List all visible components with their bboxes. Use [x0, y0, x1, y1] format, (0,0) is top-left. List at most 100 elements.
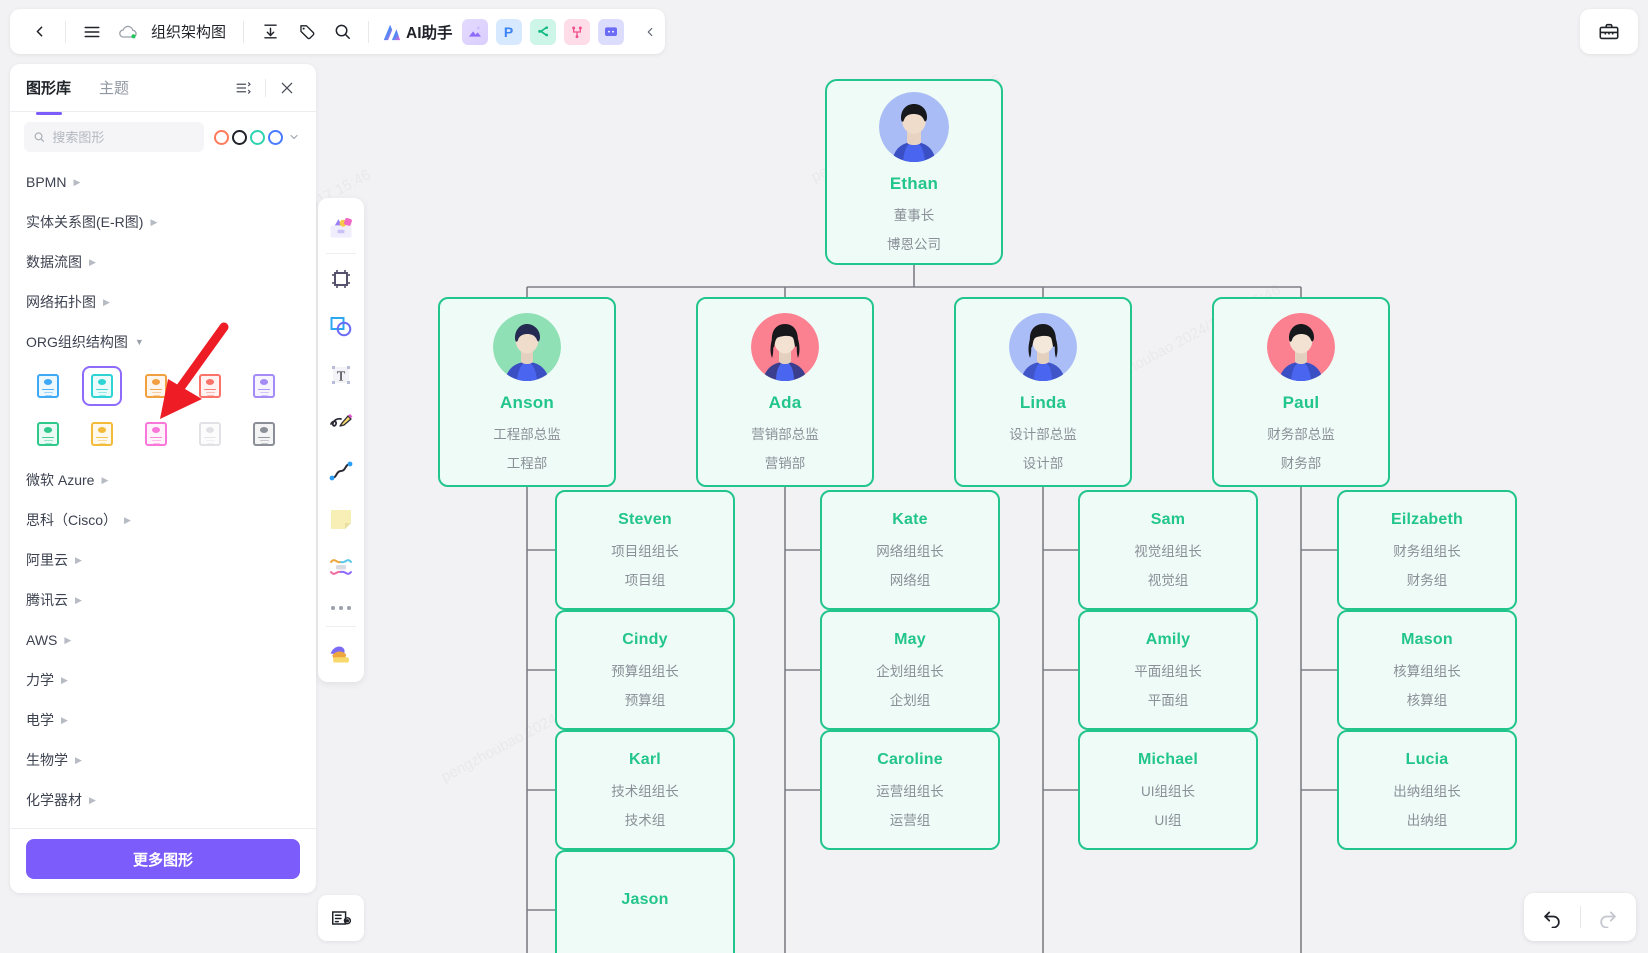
- shape-thumbnail: [253, 422, 275, 446]
- undo-button[interactable]: [1524, 893, 1580, 941]
- color-dot-blue[interactable]: [268, 129, 283, 145]
- shape-org-card-light[interactable]: [190, 414, 230, 454]
- sort-list-icon[interactable]: [231, 75, 257, 101]
- ai-assistant-label[interactable]: AI助手: [406, 21, 453, 43]
- text-icon[interactable]: T: [321, 351, 361, 399]
- shape-library-icon[interactable]: [321, 204, 361, 252]
- shape-org-card-pink[interactable]: [136, 414, 176, 454]
- connector-icon[interactable]: [321, 543, 361, 591]
- org-node-role: 项目组组长: [611, 544, 679, 559]
- org-node[interactable]: Karl 技术组组长 技术组: [555, 730, 735, 850]
- shapes-icon[interactable]: [321, 303, 361, 351]
- org-node-root[interactable]: Ethan 董事长 博恩公司: [825, 79, 1003, 265]
- ai-assistant-icon[interactable]: [378, 15, 404, 49]
- category-row[interactable]: 思科（Cisco） ▶: [10, 500, 316, 540]
- category-row[interactable]: 生物学 ▶: [10, 740, 316, 780]
- image-gen-icon[interactable]: [461, 18, 488, 45]
- org-node[interactable]: Steven 项目组组长 项目组: [555, 490, 735, 610]
- resources-icon[interactable]: [321, 628, 361, 676]
- org-node[interactable]: Anson 工程部总监 工程部: [438, 297, 616, 487]
- flowchart-icon[interactable]: [563, 18, 590, 45]
- shape-thumbnail: [37, 374, 59, 398]
- toolkit-panel[interactable]: [1580, 9, 1638, 54]
- category-row[interactable]: 电学 ▶: [10, 700, 316, 740]
- category-row[interactable]: ORG组织结构图 ▼: [10, 322, 316, 362]
- search-input[interactable]: [52, 129, 195, 145]
- color-dot-teal[interactable]: [250, 129, 265, 145]
- redo-button[interactable]: [1581, 893, 1637, 941]
- org-node-role: 运营组组长: [876, 784, 944, 799]
- category-row[interactable]: AWS ▶: [10, 620, 316, 660]
- category-row[interactable]: BPMN ▶: [10, 162, 316, 202]
- org-node[interactable]: Ada 营销部总监 营销部: [696, 297, 874, 487]
- shape-thumbnail-grid: [10, 362, 316, 460]
- category-list[interactable]: BPMN ▶ 实体关系图(E-R图) ▶ 数据流图 ▶ 网络拓扑图 ▶ ORG组织结构图 ▼ 微软 …: [10, 160, 316, 828]
- org-node[interactable]: Jason: [555, 850, 735, 953]
- shape-org-card-orange[interactable]: [136, 366, 176, 406]
- panel-footer: 更多图形: [10, 828, 316, 893]
- menu-button[interactable]: [75, 15, 109, 49]
- shape-org-card-red[interactable]: [190, 366, 230, 406]
- org-node-role: UI组组长: [1141, 784, 1195, 799]
- category-row[interactable]: 阿里云 ▶: [10, 540, 316, 580]
- org-node[interactable]: Amily 平面组组长 平面组: [1078, 610, 1258, 730]
- org-node[interactable]: Sam 视觉组组长 视觉组: [1078, 490, 1258, 610]
- tab-theme[interactable]: 主题: [99, 65, 129, 110]
- org-node[interactable]: May 企划组组长 企划组: [820, 610, 1000, 730]
- org-node[interactable]: Caroline 运营组组长 运营组: [820, 730, 1000, 850]
- category-label: 实体关系图(E-R图): [26, 214, 144, 230]
- pen-icon[interactable]: [321, 399, 361, 447]
- tab-shape-library[interactable]: 图形库: [26, 65, 71, 110]
- category-row[interactable]: 数据流图 ▶: [10, 242, 316, 282]
- color-dot-orange[interactable]: [214, 129, 229, 145]
- download-button[interactable]: [253, 15, 287, 49]
- shape-org-card-blue[interactable]: [28, 366, 68, 406]
- shape-thumbnail: [145, 374, 167, 398]
- search-box[interactable]: [24, 122, 204, 152]
- frame-icon[interactable]: [321, 255, 361, 303]
- category-row[interactable]: 力学 ▶: [10, 660, 316, 700]
- shape-org-card-green[interactable]: [28, 414, 68, 454]
- curve-line-icon[interactable]: [321, 447, 361, 495]
- collapse-toolbar-button[interactable]: [633, 15, 667, 49]
- shape-org-card-gray[interactable]: [244, 414, 284, 454]
- shape-org-card-cyan[interactable]: [82, 366, 122, 406]
- org-node[interactable]: Mason 核算组组长 核算组: [1337, 610, 1517, 730]
- tag-button[interactable]: [289, 15, 323, 49]
- org-node-name: Sam: [1150, 511, 1186, 528]
- org-node[interactable]: Paul 财务部总监 财务部: [1212, 297, 1390, 487]
- page-manager-button[interactable]: [318, 895, 364, 941]
- org-node[interactable]: Linda 设计部总监 设计部: [954, 297, 1132, 487]
- chevron-right-icon: ▶: [73, 176, 81, 187]
- category-row[interactable]: 网络拓扑图 ▶: [10, 282, 316, 322]
- org-node[interactable]: Eilzabeth 财务组组长 财务组: [1337, 490, 1517, 610]
- category-row[interactable]: 化学器材 ▶: [10, 780, 316, 820]
- search-button[interactable]: [325, 15, 359, 49]
- org-node-dept: 预算组: [624, 693, 666, 708]
- ppt-icon[interactable]: P: [495, 18, 522, 45]
- more-shapes-button[interactable]: 更多图形: [26, 839, 300, 879]
- app-root: pengzhoubao 2024/10/17 15:46 pengzhoubao…: [0, 0, 1648, 953]
- org-node[interactable]: Lucia 出纳组组长 出纳组: [1337, 730, 1517, 850]
- chevron-right-icon: ▶: [124, 514, 131, 525]
- chevron-down-icon: ▼: [134, 336, 144, 347]
- category-row[interactable]: 实体关系图(E-R图) ▶: [10, 202, 316, 242]
- org-node[interactable]: Kate 网络组组长 网络组: [820, 490, 1000, 610]
- close-icon[interactable]: [274, 75, 300, 101]
- more-tools-icon[interactable]: [321, 591, 361, 625]
- shape-thumbnail: [37, 422, 59, 446]
- sticky-note-icon[interactable]: [321, 495, 361, 543]
- category-row[interactable]: 微软 Azure ▶: [10, 460, 316, 500]
- back-button[interactable]: [22, 15, 56, 49]
- color-dot-black[interactable]: [232, 129, 247, 145]
- category-row[interactable]: 腾讯云 ▶: [10, 580, 316, 620]
- shape-org-card-purple[interactable]: [244, 366, 284, 406]
- thumb-line: [97, 439, 107, 441]
- chat-icon[interactable]: [597, 18, 624, 45]
- document-title[interactable]: 组织架构图: [151, 21, 226, 42]
- shape-org-card-yellow[interactable]: [82, 414, 122, 454]
- mindmap-icon[interactable]: [529, 18, 556, 45]
- org-node[interactable]: Cindy 预算组组长 预算组: [555, 610, 735, 730]
- color-filter[interactable]: [212, 122, 302, 152]
- org-node[interactable]: Michael UI组组长 UI组: [1078, 730, 1258, 850]
